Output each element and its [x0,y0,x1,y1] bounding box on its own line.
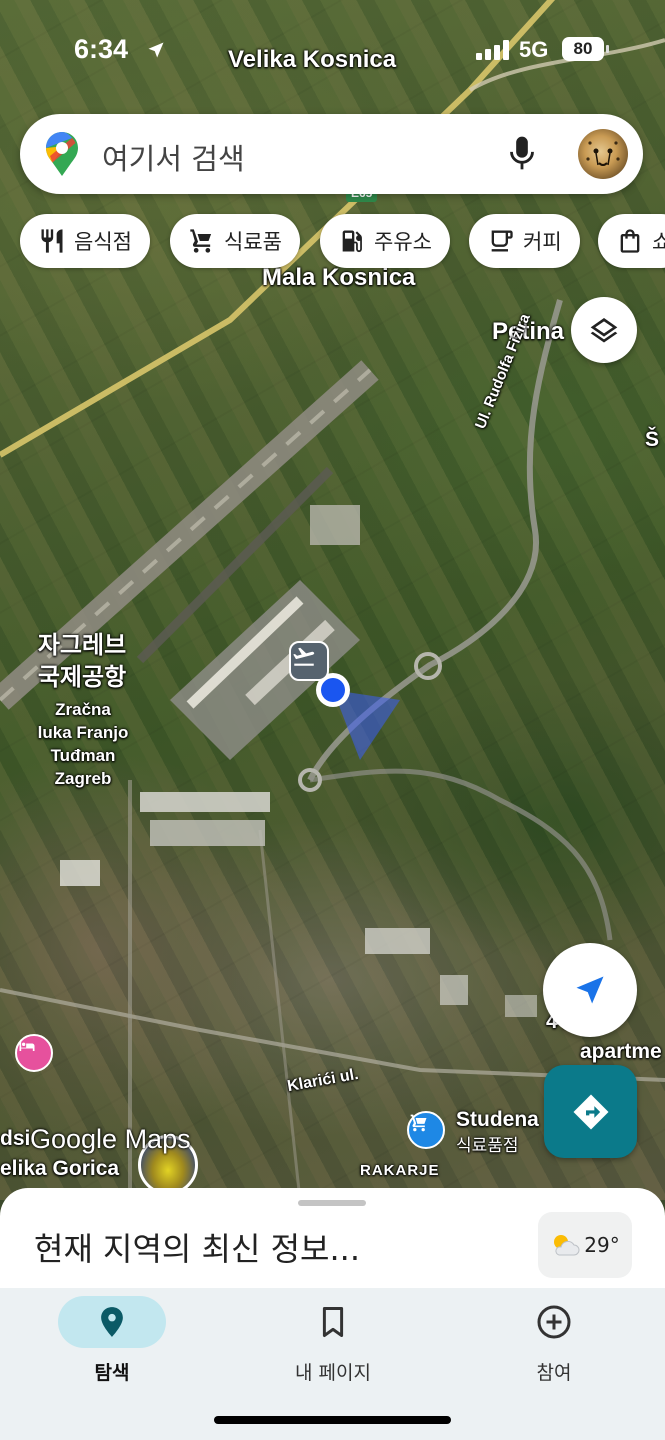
nav-explore[interactable]: 탐색 [42,1296,182,1385]
label-dsi: dsi [0,1127,31,1150]
directions-icon [573,1094,608,1129]
navigation-arrow-icon [576,976,604,1004]
partly-cloudy-icon [554,1235,580,1256]
label-airport-hr-4: Zagreb [54,769,112,788]
label-studena: Studena [456,1108,539,1131]
cheetah-avatar-icon [586,141,620,166]
cart-pin-icon [410,1114,427,1132]
category-chips: 음식점 식료품 주유소 커피 쇼 [0,214,665,270]
nav-contribute-label: 참여 [536,1362,572,1384]
add-circle-icon [537,1305,571,1339]
chip-shopping[interactable]: 쇼 [598,214,665,268]
google-maps-pin-icon [46,132,78,176]
google-maps-logo: Google Maps [30,1124,191,1154]
chip-label: 음식점 [74,230,132,254]
nav-saved-pill [279,1296,387,1348]
sheet-drag-handle[interactable] [298,1200,366,1206]
chip-label: 쇼 [652,230,665,254]
airport-marker[interactable] [289,641,329,681]
label-airport-hr-1: Zračna [55,700,111,719]
chip-label: 주유소 [374,230,432,254]
label-studena-sub: 식료품점 [456,1136,519,1155]
nav-saved[interactable]: 내 페이지 [263,1296,403,1385]
chip-label: 식료품 [224,230,282,254]
label-airport-ko-2: 국제공항 [37,664,127,691]
explore-sheet[interactable]: 현재 지역의 최신 정보... 29° [0,1188,665,1288]
shopping-bag-icon [620,229,640,253]
layers-button[interactable] [571,297,637,363]
temperature: 29° [584,1233,620,1257]
hotel-pin[interactable] [15,1034,53,1072]
fork-knife-icon [41,229,63,253]
bookmark-icon [322,1306,344,1338]
search-input[interactable]: 여기서 검색 [102,136,245,178]
directions-button[interactable] [544,1065,637,1158]
location-pin-icon [101,1307,123,1337]
chip-groceries[interactable]: 식료품 [170,214,300,268]
cart-icon [190,229,212,253]
signal-bars-icon [476,40,509,60]
nav-explore-label: 탐색 [94,1362,130,1384]
current-location-dot [321,678,345,702]
nav-contribute[interactable]: 참여 [484,1296,624,1385]
weather-chip[interactable]: 29° [538,1212,632,1278]
location-arrow-icon [148,42,164,58]
coffee-cup-icon [491,230,513,252]
label-airport-hr-3: Tuđman [50,746,116,765]
gas-station-icon [342,230,362,253]
layers-icon [590,318,618,343]
chip-coffee[interactable]: 커피 [469,214,580,268]
label-sc: Š [645,428,660,451]
search-bar[interactable]: 여기서 검색 [20,114,643,194]
label-apartme: apartme [580,1040,662,1063]
plane-departure-icon [293,647,315,666]
chip-restaurants[interactable]: 음식점 [20,214,150,268]
chip-gas-stations[interactable]: 주유소 [320,214,450,268]
status-time: 6:34 [74,34,129,64]
bed-icon [19,1041,35,1051]
home-indicator[interactable] [214,1416,451,1424]
status-bar: 6:34 5G 80 [0,0,665,100]
nav-contribute-pill [500,1296,608,1348]
chip-label: 커피 [523,230,562,254]
network-type: 5G [519,37,549,62]
sheet-title: 현재 지역의 최신 정보... [34,1230,360,1268]
label-airport-hr-2: luka Franjo [37,723,129,742]
grocery-pin[interactable] [407,1111,445,1149]
microphone-icon[interactable] [508,134,536,172]
label-velika-gorica: elika Gorica [0,1157,120,1180]
nav-explore-pill [58,1296,166,1348]
label-rakarje: RAKARJE [360,1162,440,1179]
nav-saved-label: 내 페이지 [295,1362,371,1384]
my-location-button[interactable] [543,943,637,1037]
battery-indicator: 80 [562,37,609,61]
profile-avatar[interactable] [578,129,628,179]
label-airport-ko-1: 자그레브 [37,632,127,659]
